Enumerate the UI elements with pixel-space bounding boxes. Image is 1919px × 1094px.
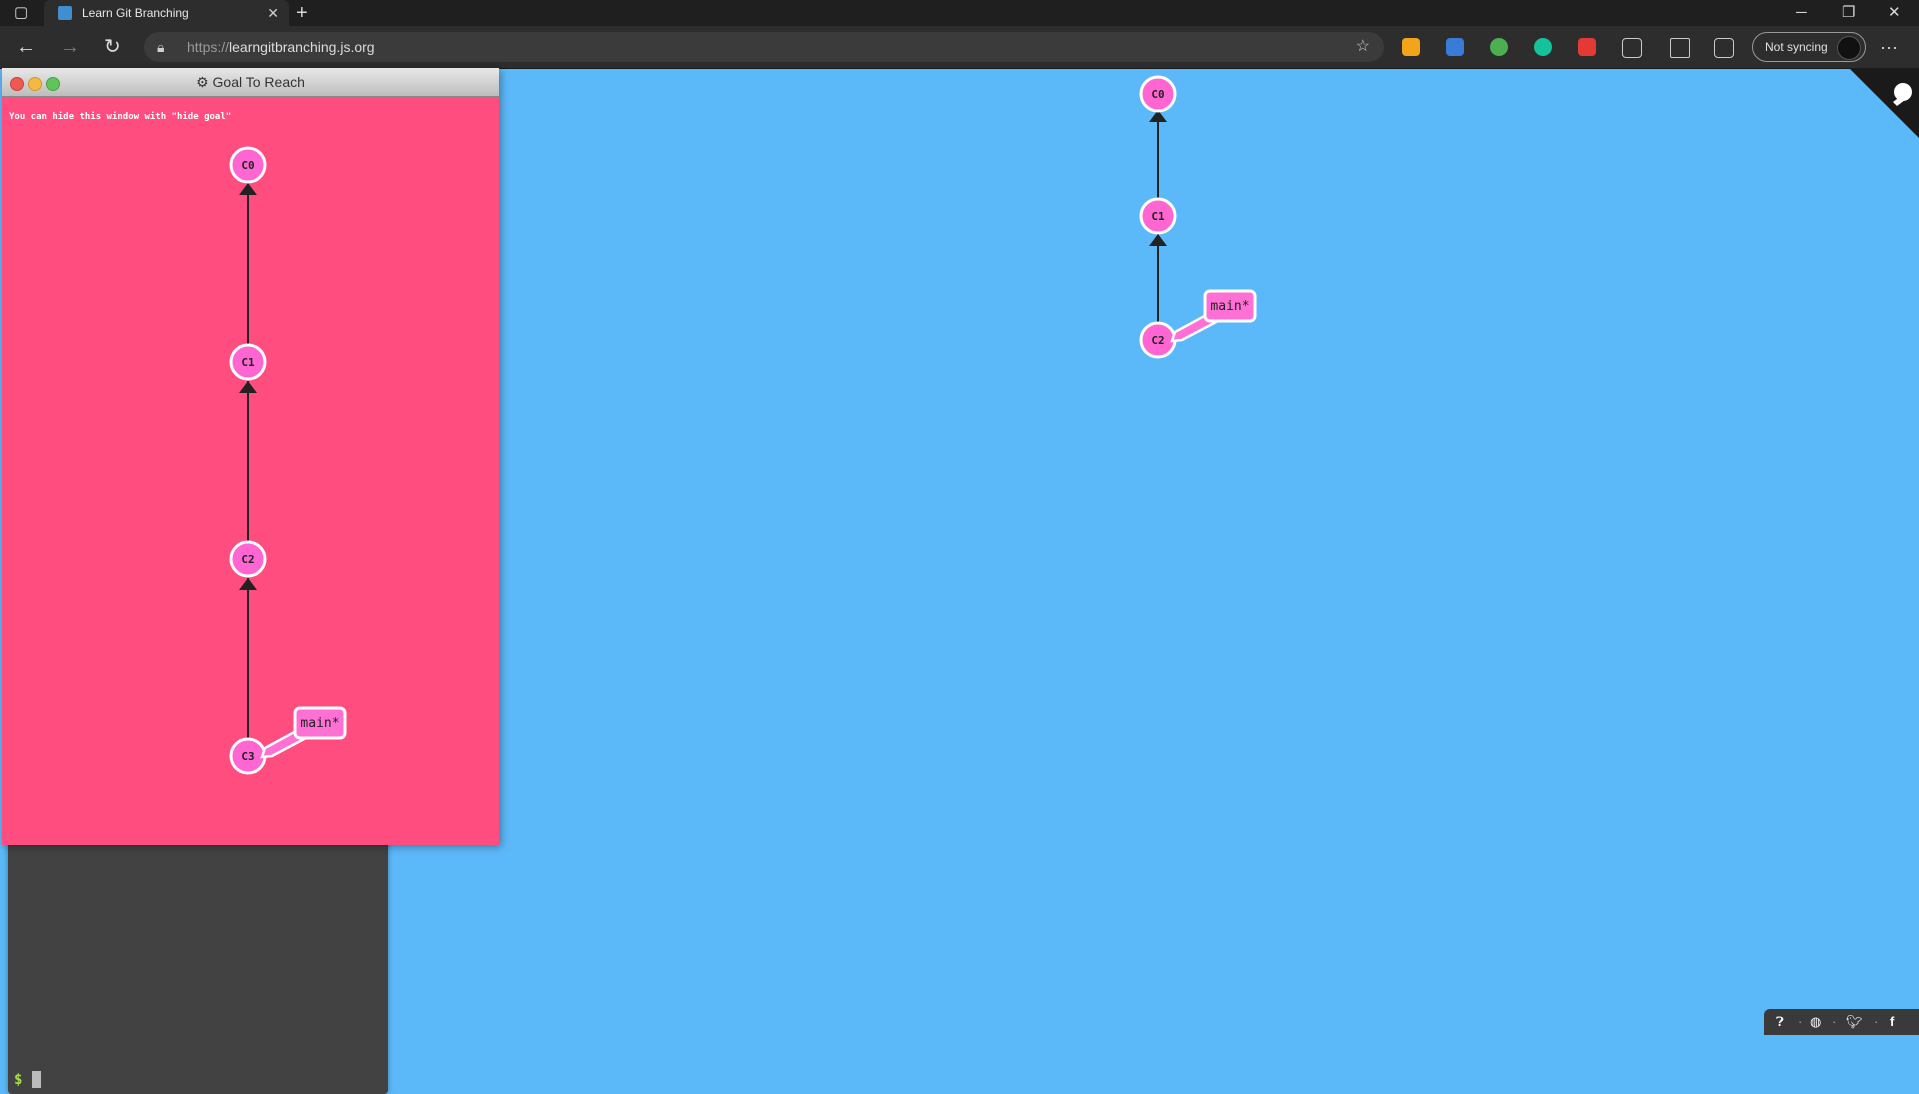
commit-label: C3 xyxy=(241,750,254,763)
extensions-puzzle-icon[interactable] xyxy=(1622,38,1642,58)
footer-bar: ❓︎ · ◍ · 🐦︎ · f xyxy=(1764,1009,1919,1035)
back-icon[interactable]: ← xyxy=(16,26,36,68)
extension-green-icon[interactable] xyxy=(1490,38,1508,56)
tab-close-icon[interactable]: ✕ xyxy=(267,0,279,26)
sync-label: Not syncing xyxy=(1765,40,1828,54)
terminal-prompt: $ xyxy=(14,1072,23,1088)
refresh-icon[interactable]: ↻ xyxy=(104,26,121,68)
edge-c2-c1 xyxy=(239,381,257,561)
separator: · xyxy=(1874,1014,1879,1029)
command-terminal[interactable]: $ xyxy=(8,829,388,1094)
help-icon[interactable]: ❓︎ xyxy=(1776,1009,1784,1035)
window-close-icon[interactable]: ✕ xyxy=(1888,0,1901,26)
terminal-cursor[interactable] xyxy=(32,1071,41,1088)
commit-node[interactable]: C0 xyxy=(1139,75,1177,113)
extension-red-icon[interactable] xyxy=(1578,38,1596,56)
translate-icon[interactable] xyxy=(1446,38,1464,56)
new-tab-icon[interactable]: + xyxy=(296,0,308,26)
forward-icon[interactable]: → xyxy=(60,26,80,68)
browser-toolbar: ← → ↻ 🔒︎ https://learngitbranching.js.or… xyxy=(0,26,1919,69)
collections-icon[interactable] xyxy=(1714,38,1734,58)
browser-titlebar: ▢ Learn Git Branching ✕ + ─ ❐ ✕ xyxy=(0,0,1919,26)
branch-label: main* xyxy=(1210,299,1249,314)
branch-tag[interactable]: main* xyxy=(1170,289,1257,343)
edge-c1-c0 xyxy=(239,183,257,364)
commit-label: C2 xyxy=(1151,334,1164,347)
minimize-icon[interactable]: ─ xyxy=(1796,0,1807,26)
branch-label: main* xyxy=(300,716,339,731)
commit-node[interactable]: C1 xyxy=(1139,197,1177,235)
commit-label: C1 xyxy=(241,356,255,369)
commit-node[interactable]: C3 xyxy=(229,737,267,775)
facebook-icon[interactable]: f xyxy=(1890,1009,1894,1035)
browser-tab[interactable]: Learn Git Branching ✕ xyxy=(44,0,289,26)
goal-tree-canvas: C0 C1 C2 C3 main* xyxy=(229,146,347,775)
twitter-icon[interactable]: 🐦︎ xyxy=(1846,1009,1863,1035)
more-menu-icon[interactable]: ··· xyxy=(1880,26,1898,68)
separator: · xyxy=(1832,1014,1837,1029)
avatar xyxy=(1837,36,1861,60)
commit-label: C0 xyxy=(1151,88,1164,101)
separator: · xyxy=(1798,1014,1803,1029)
goal-window[interactable]: ⚙ Goal To Reach You can hide this window… xyxy=(2,68,499,845)
commit-label: C1 xyxy=(1151,210,1165,223)
edge-c3-c2 xyxy=(239,578,257,758)
commit-node[interactable]: C2 xyxy=(229,540,267,578)
add-favorite-icon[interactable]: ☆ xyxy=(1356,32,1370,62)
restore-icon[interactable]: ❐ xyxy=(1842,0,1855,26)
branch-tag[interactable]: main* xyxy=(260,706,347,759)
extension-orange-icon[interactable] xyxy=(1402,38,1420,56)
commit-node[interactable]: C1 xyxy=(229,343,267,381)
url-text[interactable]: https://learngitbranching.js.org xyxy=(187,32,375,62)
commit-node[interactable]: C2 xyxy=(1139,321,1177,359)
page-canvas: C0 C1 C2 main* $ ⚙ Goal To Reach You can… xyxy=(0,68,1919,1094)
commit-node[interactable]: C0 xyxy=(229,146,267,184)
grammarly-icon[interactable] xyxy=(1534,38,1552,56)
github-corner-icon[interactable] xyxy=(1849,68,1919,138)
commit-label: C0 xyxy=(241,159,254,172)
tab-favicon-icon xyxy=(58,6,72,20)
favorites-icon[interactable] xyxy=(1670,38,1690,58)
address-bar[interactable]: 🔒︎ https://learngitbranching.js.org ☆ xyxy=(144,32,1384,62)
lock-icon[interactable]: 🔒︎ xyxy=(157,32,164,62)
tab-title: Learn Git Branching xyxy=(82,6,189,20)
commit-label: C2 xyxy=(241,553,254,566)
sync-button[interactable]: Not syncing xyxy=(1752,32,1866,62)
globe-icon[interactable]: ◍ xyxy=(1810,1009,1821,1035)
tab-actions-icon[interactable]: ▢ xyxy=(14,0,28,26)
